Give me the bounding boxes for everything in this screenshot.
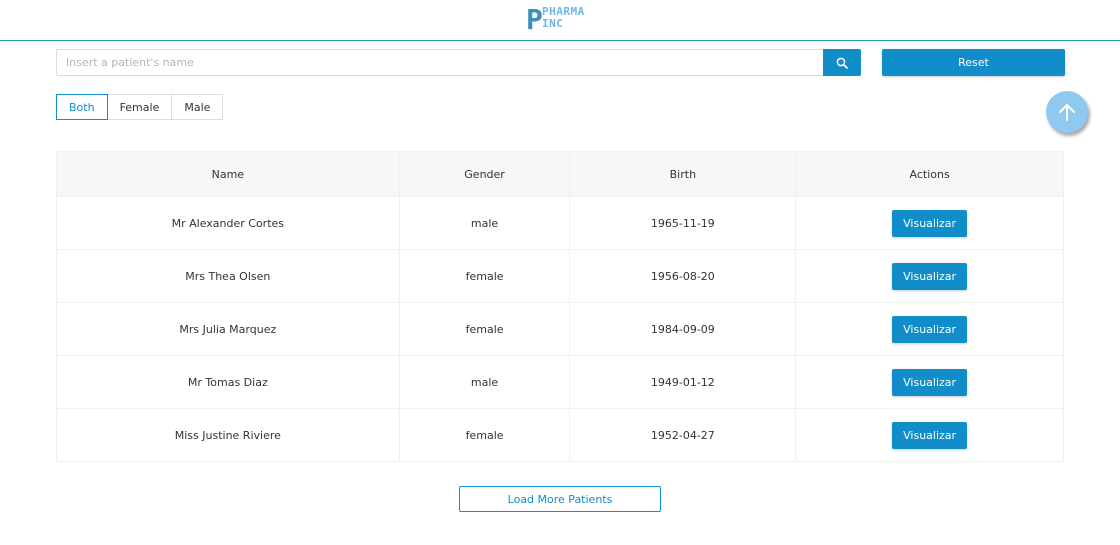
gender-filter: Both Female Male (56, 94, 224, 120)
patient-birth: 1965-11-19 (569, 196, 797, 250)
pharma-inc-logo[interactable]: P PHARMA INC (526, 5, 598, 35)
table-row: Mrs Julia Marquez female 1984-09-09 Visu… (56, 302, 1064, 356)
reset-button[interactable]: Reset (882, 49, 1065, 76)
patient-birth: 1952-04-27 (569, 408, 797, 462)
patient-gender: female (398, 249, 571, 303)
visualizar-button[interactable]: Visualizar (892, 209, 968, 237)
patient-actions: Visualizar (795, 355, 1064, 409)
patient-actions: Visualizar (795, 196, 1064, 250)
table-row: Mr Alexander Cortes male 1965-11-19 Visu… (56, 196, 1064, 250)
load-more-patients-button[interactable]: Load More Patients (459, 486, 661, 512)
filter-female[interactable]: Female (106, 94, 173, 120)
patient-gender: female (398, 302, 571, 356)
filter-male[interactable]: Male (171, 94, 224, 120)
patient-name: Mrs Julia Marquez (56, 302, 400, 356)
header-name: Name (56, 151, 400, 197)
patient-name: Mr Alexander Cortes (56, 196, 400, 250)
patient-actions: Visualizar (795, 302, 1064, 356)
patient-name: Miss Justine Riviere (56, 408, 400, 462)
logo-letter: P (526, 3, 543, 36)
search-button[interactable] (823, 49, 861, 76)
logo-line-2: INC (542, 17, 564, 30)
filter-both[interactable]: Both (56, 94, 108, 120)
patient-birth: 1949-01-12 (569, 355, 797, 409)
search-icon (836, 57, 848, 69)
table-header-row: Name Gender Birth Actions (56, 151, 1064, 197)
patient-birth: 1956-08-20 (569, 249, 797, 303)
patient-name: Mr Tomas Diaz (56, 355, 400, 409)
header: P PHARMA INC (0, 0, 1120, 41)
patient-gender: female (398, 408, 571, 462)
header-actions: Actions (795, 151, 1064, 197)
arrow-up-icon (1059, 104, 1075, 121)
scroll-to-top-button[interactable] (1046, 91, 1088, 133)
visualizar-button[interactable]: Visualizar (892, 262, 968, 290)
patient-actions: Visualizar (795, 408, 1064, 462)
patient-birth: 1984-09-09 (569, 302, 797, 356)
visualizar-button[interactable]: Visualizar (892, 315, 968, 343)
patient-search-input[interactable] (56, 49, 824, 76)
patients-table: Name Gender Birth Actions Mr Alexander C… (56, 151, 1064, 462)
patient-name: Mrs Thea Olsen (56, 249, 400, 303)
table-row: Mrs Thea Olsen female 1956-08-20 Visuali… (56, 249, 1064, 303)
table-row: Mr Tomas Diaz male 1949-01-12 Visualizar (56, 355, 1064, 409)
table-row: Miss Justine Riviere female 1952-04-27 V… (56, 408, 1064, 462)
patient-actions: Visualizar (795, 249, 1064, 303)
visualizar-button[interactable]: Visualizar (892, 421, 968, 449)
header-gender: Gender (398, 151, 571, 197)
header-birth: Birth (569, 151, 797, 197)
patient-gender: male (398, 355, 571, 409)
visualizar-button[interactable]: Visualizar (892, 368, 968, 396)
patient-gender: male (398, 196, 571, 250)
